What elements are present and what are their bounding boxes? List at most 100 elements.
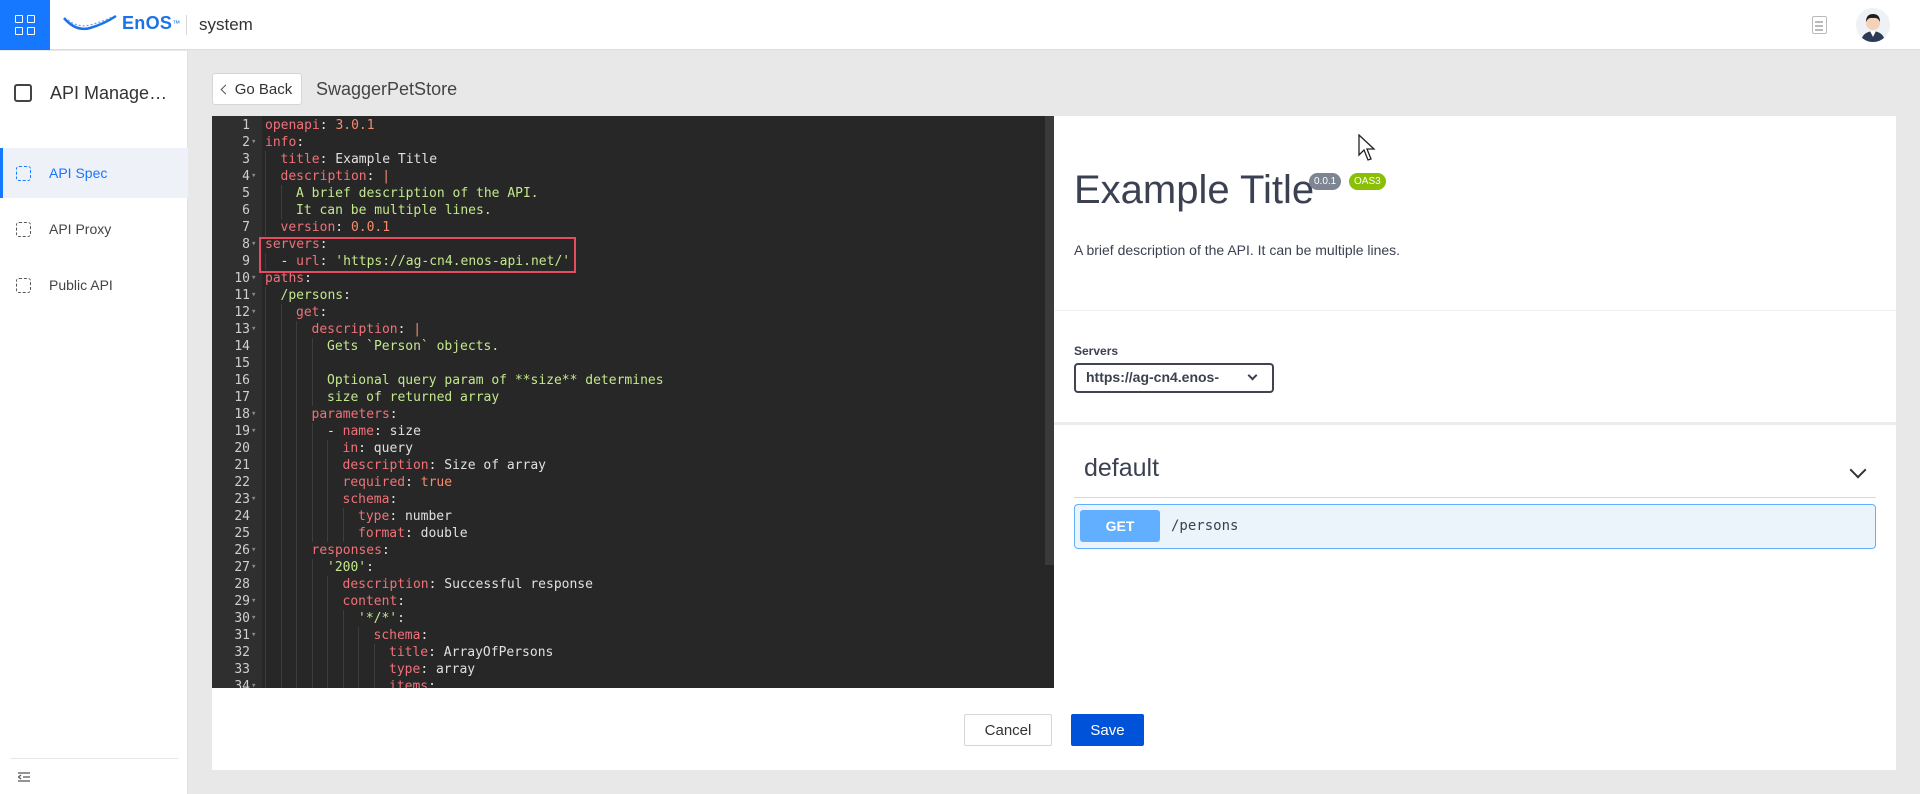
code-token: schema xyxy=(342,492,390,507)
line-number: 21 xyxy=(234,458,250,473)
save-button[interactable]: Save xyxy=(1071,714,1144,746)
code-line[interactable]: 17 size of returned array xyxy=(212,389,1042,406)
code-line[interactable]: 26 ▾ responses: xyxy=(212,542,1042,559)
code-token: : xyxy=(296,135,305,150)
indent-guide xyxy=(280,525,282,542)
indent-guide xyxy=(296,627,297,644)
code-line[interactable]: 1 openapi: 3.0.1 xyxy=(212,117,1042,134)
code-line[interactable]: 7 version: 0.0.1 xyxy=(212,219,1042,236)
code-token: openapi xyxy=(265,118,320,133)
fold-toggle-icon[interactable]: ▾ xyxy=(251,287,256,304)
code-line[interactable]: 4 ▾ description: | xyxy=(212,168,1042,185)
indent-guide xyxy=(311,576,313,593)
code-line[interactable]: 21 description: Size of array xyxy=(212,457,1042,474)
code-editor[interactable]: 1 openapi: 3.0.1 2 ▾ info: 3 title: Example Ti… xyxy=(212,116,1054,688)
code-line[interactable]: 29 ▾ content: xyxy=(212,593,1042,610)
line-number: 1 xyxy=(242,118,250,133)
code-text: items: xyxy=(389,678,436,688)
code-line[interactable]: 20 in: query xyxy=(212,440,1042,457)
avatar[interactable] xyxy=(1856,8,1890,42)
code-token: '200' xyxy=(327,560,367,575)
sidebar-footer xyxy=(10,758,178,794)
indent-guide xyxy=(280,457,282,474)
fold-toggle-icon[interactable]: ▾ xyxy=(251,678,256,688)
indent-guide xyxy=(296,593,297,610)
mouse-cursor-icon xyxy=(1358,134,1376,161)
code-line[interactable]: 14 Gets `Person` objects. xyxy=(212,338,1042,355)
document-icon[interactable] xyxy=(1812,16,1827,34)
fold-toggle-icon[interactable]: ▾ xyxy=(251,304,256,321)
code-text: '*/*': xyxy=(358,610,405,627)
editor-scrollbar[interactable] xyxy=(1045,116,1054,565)
indent-guide xyxy=(265,423,266,440)
code-line[interactable]: 15 xyxy=(212,355,1042,372)
sidebar-item-public-api[interactable]: Public API xyxy=(0,260,188,310)
indent-guide xyxy=(296,321,297,338)
fold-toggle-icon[interactable]: ▾ xyxy=(251,134,256,151)
code-token: 0.0.1 xyxy=(350,220,391,235)
code-line[interactable]: 34 ▾ items: xyxy=(212,678,1042,688)
go-back-button[interactable]: Go Back xyxy=(212,73,302,105)
fold-toggle-icon[interactable]: ▾ xyxy=(251,610,256,627)
app-launcher-button[interactable] xyxy=(0,0,50,50)
sidebar-item-api-proxy[interactable]: API Proxy xyxy=(0,204,188,254)
fold-toggle-icon[interactable]: ▾ xyxy=(251,423,256,440)
code-line[interactable]: 19 ▾ - name: size xyxy=(212,423,1042,440)
sidebar-item-api-spec[interactable]: API Spec xyxy=(0,148,188,198)
code-line[interactable]: 32 title: ArrayOfPersons xyxy=(212,644,1042,661)
fold-toggle-icon[interactable]: ▾ xyxy=(251,559,256,576)
code-line[interactable]: 24 type: number xyxy=(212,508,1042,525)
line-number: 4 xyxy=(242,169,250,184)
fold-toggle-icon[interactable]: ▾ xyxy=(251,593,256,610)
code-token: : xyxy=(366,169,383,184)
fold-toggle-icon[interactable]: ▾ xyxy=(251,406,256,423)
fold-toggle-icon[interactable]: ▾ xyxy=(251,627,256,644)
code-line[interactable]: 31 ▾ schema: xyxy=(212,627,1042,644)
collapse-menu-icon[interactable] xyxy=(18,772,30,782)
code-line[interactable]: 2 ▾ info: xyxy=(212,134,1042,151)
code-text: type: array xyxy=(389,661,475,678)
fold-toggle-icon[interactable]: ▾ xyxy=(251,542,256,559)
go-back-label: Go Back xyxy=(234,80,293,98)
sidebar-header[interactable]: API Management xyxy=(0,73,188,113)
code-line[interactable]: 18 ▾ parameters: xyxy=(212,406,1042,423)
code-line[interactable]: 5 A brief description of the API. xyxy=(212,185,1042,202)
fold-toggle-icon[interactable]: ▾ xyxy=(251,321,256,338)
fold-toggle-icon[interactable]: ▾ xyxy=(251,168,256,185)
code-line[interactable]: 22 required: true xyxy=(212,474,1042,491)
code-line[interactable]: 11 ▾ /persons: xyxy=(212,287,1042,304)
indent-guide xyxy=(296,406,297,423)
code-line[interactable]: 27 ▾ '200': xyxy=(212,559,1042,576)
code-line[interactable]: 13 ▾ description: | xyxy=(212,321,1042,338)
code-line[interactable]: 28 description: Successful response xyxy=(212,576,1042,593)
sidebar-item-label: API Proxy xyxy=(49,221,112,237)
code-line[interactable]: 3 title: Example Title xyxy=(212,151,1042,168)
indent-guide xyxy=(342,525,344,542)
tag-section-title[interactable]: default xyxy=(1084,454,1159,483)
code-line[interactable]: 33 type: array xyxy=(212,661,1042,678)
code-line[interactable]: 16 Optional query param of **size** deter… xyxy=(212,372,1042,389)
line-number: 16 xyxy=(234,373,250,388)
code-line[interactable]: 25 format: double xyxy=(212,525,1042,542)
fold-toggle-icon[interactable]: ▾ xyxy=(251,491,256,508)
sidebar-header-label: API Management xyxy=(50,82,180,103)
chevron-down-icon[interactable] xyxy=(1849,461,1867,479)
code-line[interactable]: 30 ▾ '*/*': xyxy=(212,610,1042,627)
code-line[interactable]: 6 It can be multiple lines. xyxy=(212,202,1042,219)
fold-toggle-icon[interactable]: ▾ xyxy=(251,270,256,287)
indent-guide xyxy=(296,508,297,525)
code-text: A brief description of the API. xyxy=(296,185,539,202)
code-line[interactable]: 12 ▾ get: xyxy=(212,304,1042,321)
fold-toggle-icon[interactable]: ▾ xyxy=(251,236,256,253)
line-number: 20 xyxy=(234,441,250,456)
operation-get-persons[interactable]: GET /persons xyxy=(1074,504,1876,549)
indent-guide xyxy=(296,491,297,508)
servers-select[interactable]: https://ag-cn4.enos- xyxy=(1074,363,1274,393)
code-line[interactable]: 23 ▾ schema: xyxy=(212,491,1042,508)
cancel-button[interactable]: Cancel xyxy=(964,714,1052,746)
code-token: format xyxy=(358,526,405,541)
enos-logo[interactable]: EnOS ™ xyxy=(62,13,180,34)
code-token: size of returned array xyxy=(327,390,500,405)
line-number: 6 xyxy=(242,203,250,218)
indent-guide xyxy=(265,491,266,508)
